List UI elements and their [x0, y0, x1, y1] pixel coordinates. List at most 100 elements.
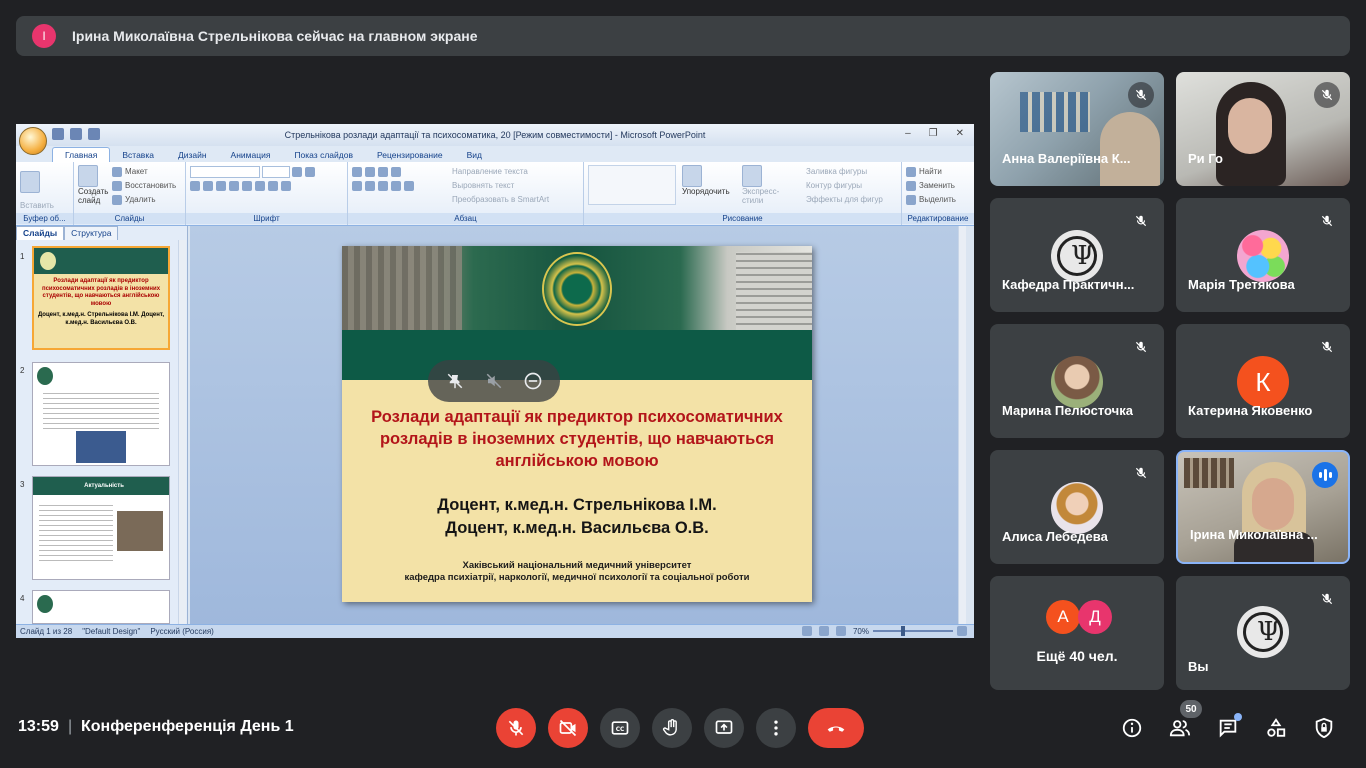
bold-icon[interactable]	[190, 180, 200, 191]
align-text-button[interactable]: Выровнять текст	[452, 179, 549, 193]
save-icon[interactable]	[52, 128, 64, 140]
arrange-button[interactable]: Упорядочить	[682, 187, 736, 196]
strike-icon[interactable]	[229, 180, 239, 191]
redo-icon[interactable]	[88, 128, 100, 140]
quick-styles-icon[interactable]	[742, 165, 762, 187]
tab-design[interactable]: Дизайн	[166, 148, 219, 162]
shape-effects-button[interactable]: Эффекты для фигур	[806, 193, 883, 207]
underline-icon[interactable]	[216, 180, 226, 191]
paste-icon[interactable]	[20, 170, 40, 193]
shape-fill-button[interactable]: Заливка фигуры	[806, 165, 883, 179]
sorter-view-icon[interactable]	[818, 626, 829, 636]
tab-outline[interactable]: Структура	[64, 226, 119, 240]
spacing-icon[interactable]	[255, 180, 265, 191]
tab-slides[interactable]: Слайды	[16, 226, 65, 240]
fit-icon[interactable]	[957, 626, 967, 636]
leave-call-button[interactable]	[808, 708, 864, 748]
slide-title: Розлади адаптації як предиктор психосома…	[371, 408, 783, 470]
tab-review[interactable]: Рецензирование	[365, 148, 455, 162]
participant-tile[interactable]: К Катерина Яковенко	[1176, 324, 1350, 438]
participant-tile[interactable]: Марина Пелюсточка	[990, 324, 1164, 438]
numbering-icon[interactable]	[365, 166, 375, 177]
slide-thumbnail-3[interactable]: Актуальність	[32, 476, 170, 580]
align-right-icon[interactable]	[378, 180, 388, 191]
font-color-icon[interactable]	[281, 180, 291, 191]
language: Русский (Россия)	[150, 627, 214, 636]
tab-home[interactable]: Главная	[52, 147, 111, 162]
replace-button[interactable]: Заменить	[919, 181, 955, 190]
grow-font-icon[interactable]	[292, 166, 303, 177]
delete-button[interactable]: Удалить	[125, 195, 156, 204]
meeting-details-button[interactable]	[1118, 714, 1146, 742]
captions-button[interactable]: CC	[600, 708, 640, 748]
office-button-icon[interactable]	[19, 127, 47, 155]
case-icon[interactable]	[268, 180, 278, 191]
avatar: Ψ	[1051, 230, 1103, 282]
smartart-button[interactable]: Преобразовать в SmartArt	[452, 193, 549, 207]
align-left-icon[interactable]	[352, 180, 362, 191]
minimize-icon[interactable]: –	[905, 128, 911, 139]
line-spacing-icon[interactable]	[391, 166, 401, 177]
normal-view-icon[interactable]	[801, 626, 812, 636]
indent-icon[interactable]	[378, 166, 388, 177]
zoom-slider[interactable]	[873, 626, 953, 636]
more-options-button[interactable]	[756, 708, 796, 748]
participant-tile[interactable]: Алиса Лебедева	[990, 450, 1164, 564]
new-slide-button[interactable]: Создать слайд	[78, 187, 112, 205]
bullets-icon[interactable]	[352, 166, 362, 177]
canvas-scrollbar[interactable]	[958, 226, 966, 624]
participant-name: Кафедра Практичн...	[1002, 277, 1135, 292]
slides-scrollbar[interactable]	[178, 240, 186, 624]
paste-button[interactable]: Вставить	[20, 199, 69, 213]
raise-hand-button[interactable]	[652, 708, 692, 748]
layout-button[interactable]: Макет	[125, 167, 148, 176]
select-button[interactable]: Выделить	[919, 195, 956, 204]
participant-tile[interactable]: Марія Третякова	[1176, 198, 1350, 312]
columns-icon[interactable]	[404, 180, 414, 191]
shapes-gallery[interactable]	[588, 165, 676, 205]
participant-tile[interactable]: Ψ Кафедра Практичн...	[990, 198, 1164, 312]
mute-tile-icon[interactable]	[483, 370, 505, 392]
close-icon[interactable]: ✕	[956, 128, 964, 139]
slide-thumbnail-2[interactable]	[32, 362, 170, 466]
microphone-button[interactable]	[496, 708, 536, 748]
align-center-icon[interactable]	[365, 180, 375, 191]
people-button[interactable]	[1166, 714, 1194, 742]
shadow-icon[interactable]	[242, 180, 252, 191]
text-direction-button[interactable]: Направление текста	[452, 165, 549, 179]
remove-tile-icon[interactable]	[522, 370, 544, 392]
italic-icon[interactable]	[203, 180, 213, 191]
participant-tile[interactable]: Ри Го	[1176, 72, 1350, 186]
slide-thumbnail-1[interactable]: Розлади адаптації як предиктор психосома…	[32, 246, 170, 350]
undo-icon[interactable]	[70, 128, 82, 140]
find-button[interactable]: Найти	[919, 167, 942, 176]
tab-slideshow[interactable]: Показ слайдов	[282, 148, 365, 162]
camera-button[interactable]	[548, 708, 588, 748]
thumb-number: 3	[20, 480, 25, 489]
font-family-select[interactable]	[190, 165, 260, 178]
self-tile[interactable]: Ψ Вы	[1176, 576, 1350, 690]
font-size-select[interactable]	[262, 165, 291, 178]
justify-icon[interactable]	[391, 180, 401, 191]
participant-tile-active-speaker[interactable]: Ірина Миколаївна ...	[1176, 450, 1350, 564]
host-controls-button[interactable]	[1310, 714, 1338, 742]
slideshow-view-icon[interactable]	[835, 626, 846, 636]
quick-styles-button[interactable]: Экспресс-стили	[742, 187, 800, 205]
slide-thumbnail-4[interactable]	[32, 590, 170, 624]
reset-button[interactable]: Восстановить	[125, 181, 176, 190]
find-icon	[906, 166, 916, 177]
shrink-font-icon[interactable]	[305, 166, 316, 177]
pin-off-icon[interactable]	[444, 370, 466, 392]
new-slide-icon[interactable]	[78, 165, 98, 187]
participant-tile[interactable]: Анна Валеріївна К...	[990, 72, 1164, 186]
emblem-icon	[37, 595, 53, 613]
tab-insert[interactable]: Вставка	[110, 148, 166, 162]
activities-button[interactable]	[1262, 714, 1290, 742]
shape-outline-button[interactable]: Контур фигуры	[806, 179, 883, 193]
arrange-icon[interactable]	[682, 165, 702, 187]
more-participants-tile[interactable]: А Д Ещё 40 чел.	[990, 576, 1164, 690]
tab-animation[interactable]: Анимация	[219, 148, 283, 162]
present-button[interactable]	[704, 708, 744, 748]
tab-view[interactable]: Вид	[455, 148, 494, 162]
restore-icon[interactable]: ❐	[929, 128, 938, 139]
